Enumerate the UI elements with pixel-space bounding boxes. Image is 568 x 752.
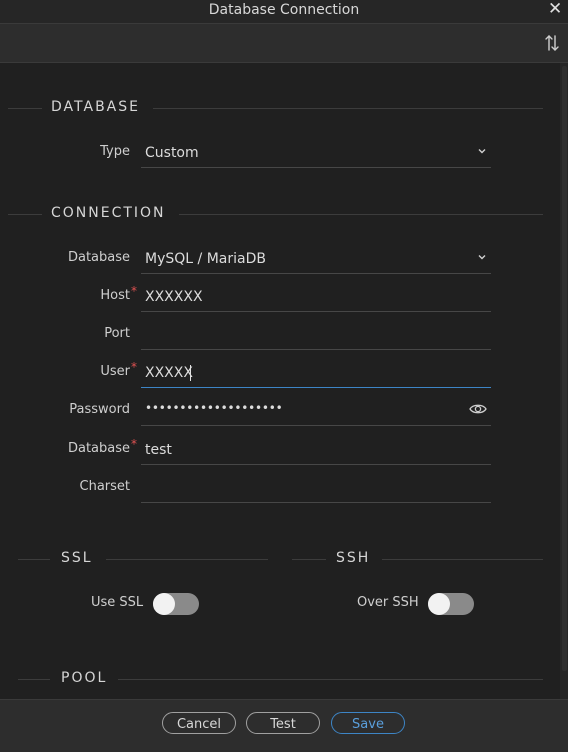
type-value: Custom <box>145 145 199 161</box>
section-database: DATABASE <box>0 98 560 118</box>
section-pool: POOL <box>0 669 560 689</box>
database-type-select[interactable]: MySQL / MariaDB <box>141 244 491 274</box>
test-button[interactable]: Test <box>246 712 320 734</box>
port-label: Port <box>104 326 130 341</box>
port-input[interactable] <box>141 320 491 350</box>
section-ssh: SSH <box>284 549 560 569</box>
charset-input[interactable] <box>141 473 491 503</box>
charset-row: Charset <box>0 469 568 507</box>
dialog-footer: Cancel Test Save <box>0 699 568 752</box>
host-input[interactable]: XXXXXX <box>141 282 491 312</box>
password-row: Password •••••••••••••••••••• <box>0 392 568 430</box>
toggle-knob <box>428 593 450 615</box>
use-ssl-toggle[interactable] <box>153 593 199 615</box>
port-row: Port <box>0 316 568 354</box>
database-type-row: Database MySQL / MariaDB <box>0 240 568 278</box>
eye-icon[interactable] <box>469 402 487 416</box>
use-ssl-label: Use SSL <box>91 595 144 610</box>
password-label: Password <box>69 402 130 417</box>
toolbar <box>0 24 568 63</box>
type-select[interactable]: Custom <box>141 138 491 168</box>
section-title-database: DATABASE <box>51 99 140 115</box>
toggle-knob <box>153 593 175 615</box>
type-row: Type Custom <box>0 134 568 172</box>
charset-label: Charset <box>79 479 131 494</box>
dbname-row: Database * test <box>0 431 568 469</box>
close-icon[interactable]: ✕ <box>548 0 562 21</box>
user-input[interactable]: XXXXX <box>141 358 491 388</box>
chevron-down-icon <box>478 149 486 154</box>
user-value: XXXXX <box>145 365 193 381</box>
host-value: XXXXXX <box>145 289 203 305</box>
chevron-down-icon <box>478 255 486 260</box>
section-connection: CONNECTION <box>0 204 560 224</box>
password-input[interactable]: •••••••••••••••••••• <box>141 396 491 426</box>
dbname-value: test <box>145 442 172 458</box>
use-ssl-row: Use SSL <box>0 590 280 620</box>
over-ssh-label: Over SSH <box>357 595 419 610</box>
required-marker: * <box>131 360 137 374</box>
text-cursor <box>190 365 191 381</box>
database-type-label: Database <box>67 250 130 265</box>
required-marker: * <box>131 437 137 451</box>
user-row: User * XXXXX <box>0 354 568 392</box>
host-row: Host * XXXXXX <box>0 278 568 316</box>
password-value: •••••••••••••••••••• <box>145 401 283 415</box>
host-label: Host <box>100 288 130 303</box>
required-marker: * <box>131 284 137 298</box>
over-ssh-row: Over SSH <box>284 590 560 620</box>
save-button[interactable]: Save <box>331 712 405 734</box>
section-title-ssh: SSH <box>336 550 371 566</box>
window-title: Database Connection <box>208 2 360 18</box>
dbname-input[interactable]: test <box>141 435 491 465</box>
section-ssl: SSL <box>0 549 280 569</box>
window-titlebar: Database Connection ✕ <box>0 0 568 24</box>
database-type-value: MySQL / MariaDB <box>145 251 266 267</box>
section-title-ssl: SSL <box>61 550 93 566</box>
type-label: Type <box>100 144 130 159</box>
user-label: User <box>100 364 130 379</box>
cancel-button[interactable]: Cancel <box>162 712 236 734</box>
over-ssh-toggle[interactable] <box>428 593 474 615</box>
section-title-pool: POOL <box>61 670 108 686</box>
section-title-connection: CONNECTION <box>51 205 166 221</box>
dbname-label: Database <box>67 441 130 456</box>
sort-arrows-icon[interactable] <box>544 33 560 53</box>
